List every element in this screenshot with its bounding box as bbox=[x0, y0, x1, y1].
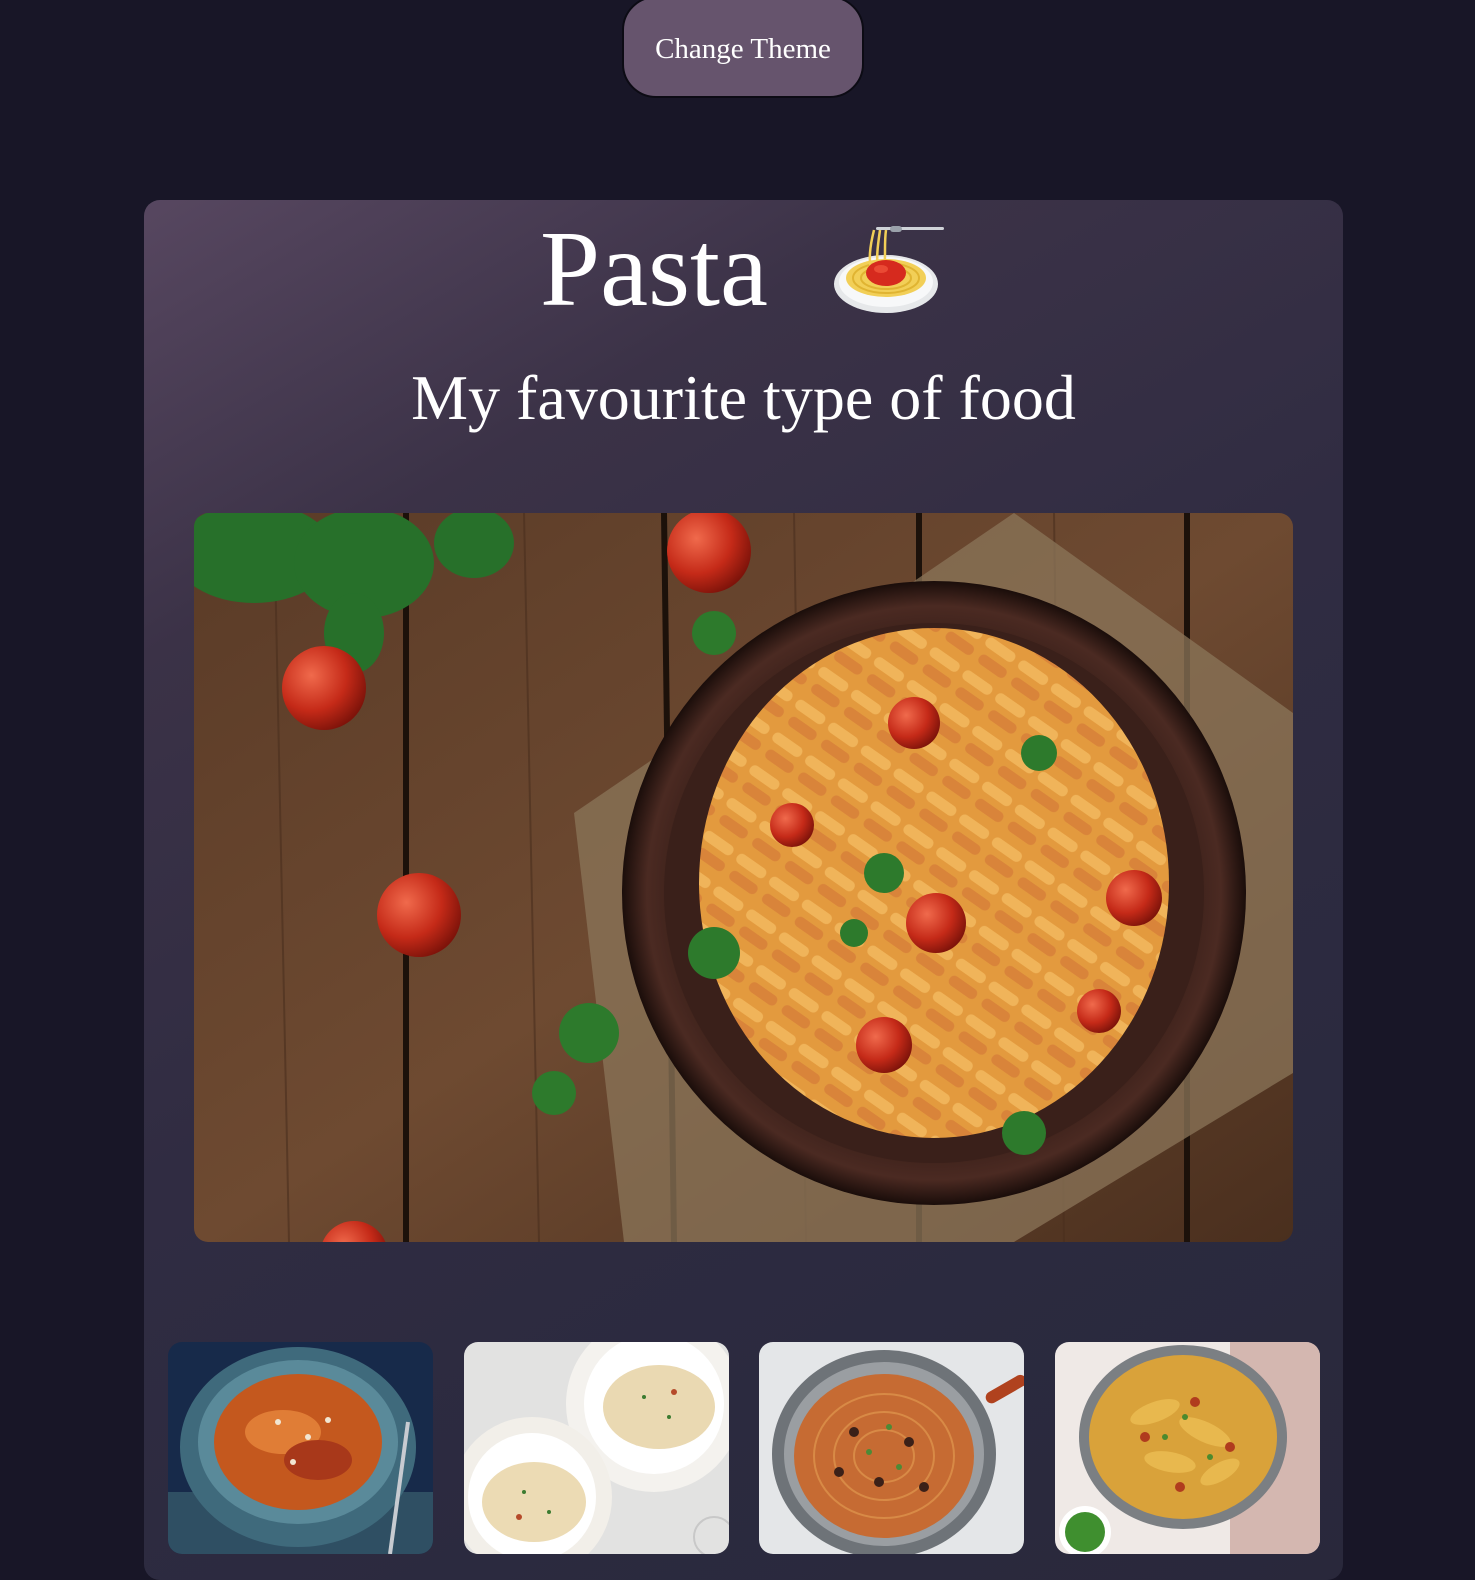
thumbnail-penne-bowl bbox=[168, 1342, 433, 1554]
thumbnail-spaghetti-pan bbox=[759, 1342, 1024, 1554]
pasta-card: Pasta My favourite type of food bbox=[144, 200, 1343, 1580]
spaghetti-icon bbox=[834, 226, 944, 313]
change-theme-button[interactable]: Change Theme bbox=[622, 0, 864, 98]
thumbnail-tagliatelle-plates bbox=[464, 1342, 729, 1554]
thumbnail-pappardelle-pan bbox=[1055, 1342, 1320, 1554]
page-subtitle: My favourite type of food bbox=[411, 362, 1076, 433]
hero-pasta-image bbox=[194, 513, 1293, 1242]
title-row: Pasta bbox=[144, 208, 1343, 329]
page-title: Pasta bbox=[540, 210, 768, 329]
